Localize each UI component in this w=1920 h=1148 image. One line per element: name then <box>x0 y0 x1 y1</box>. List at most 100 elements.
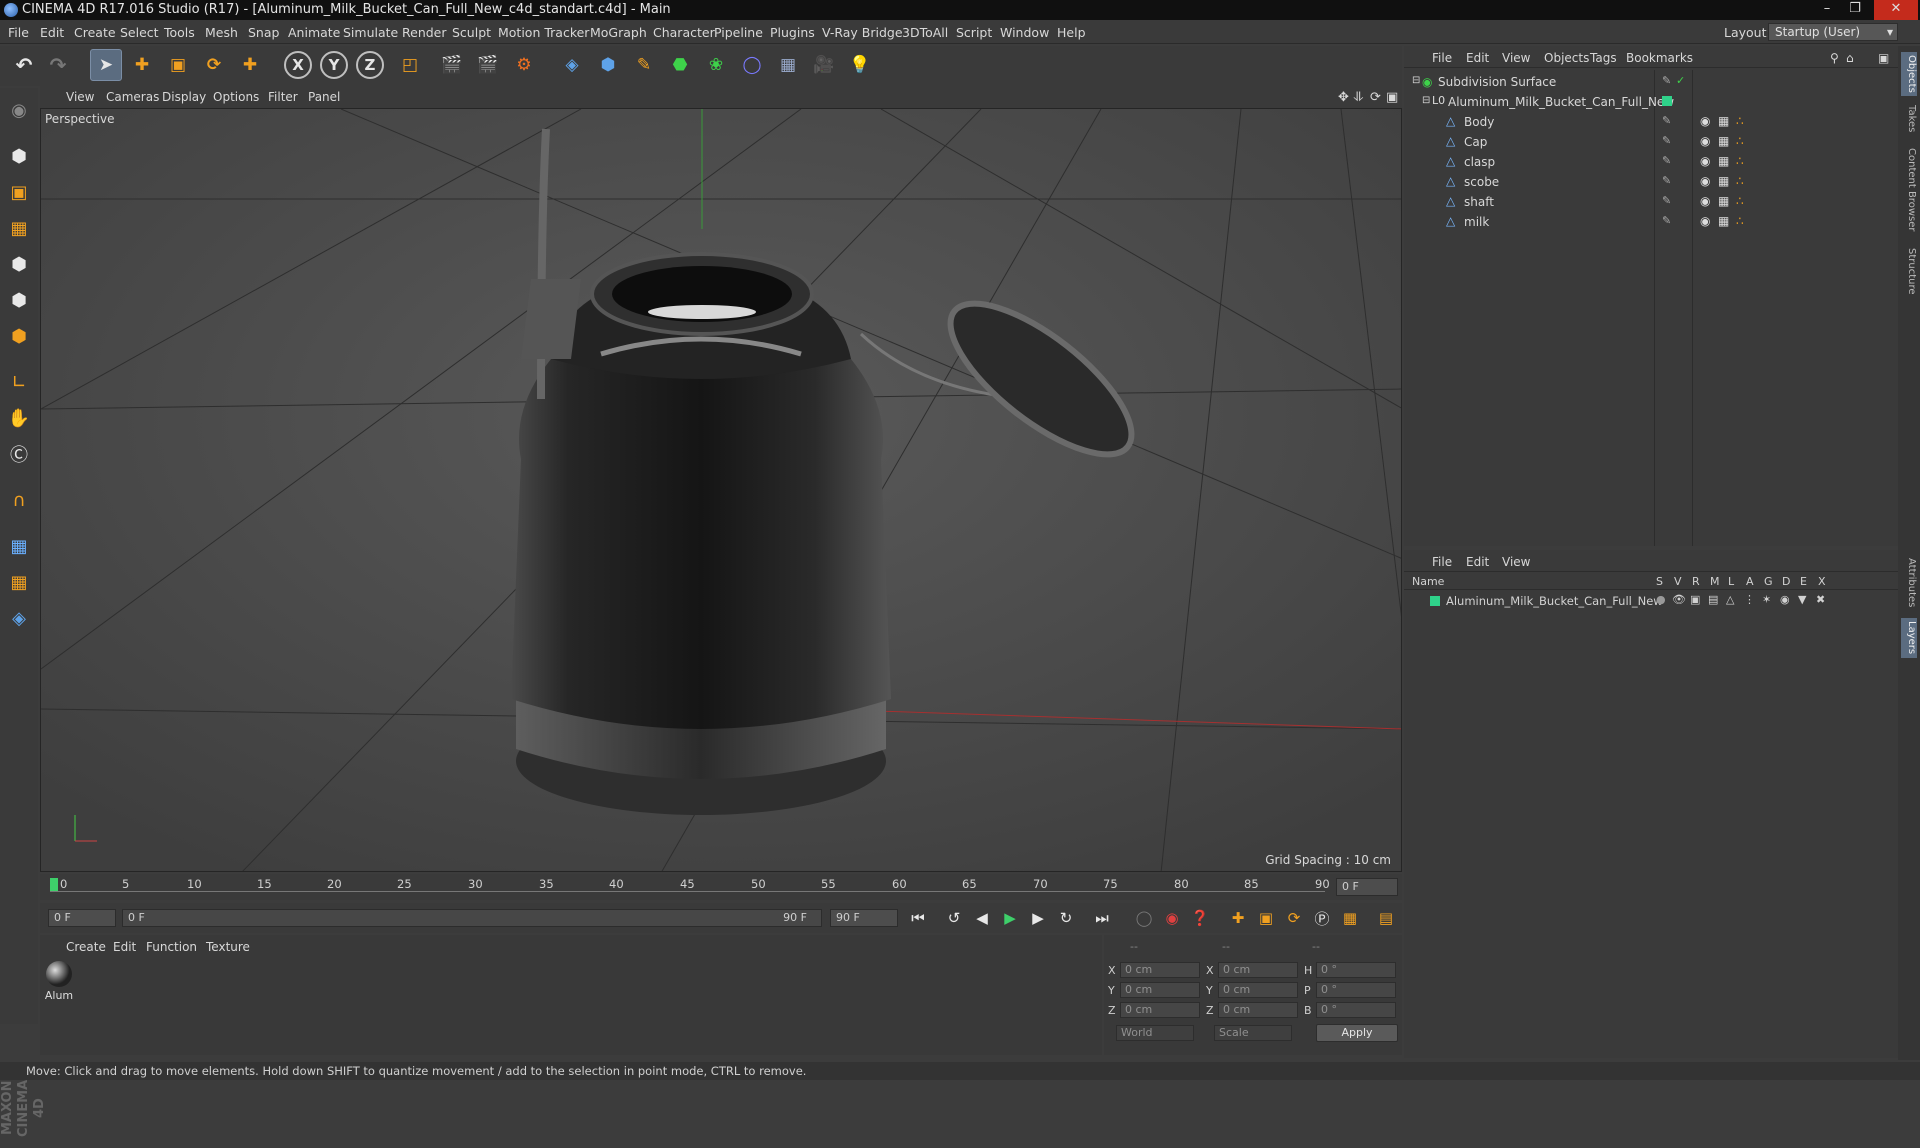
tab-content-browser[interactable]: Content Browser <box>1901 142 1917 238</box>
home-icon[interactable]: ⌂ <box>1846 51 1854 65</box>
visible-render-icon[interactable]: ▣ <box>1690 593 1700 606</box>
pen-spline-icon[interactable]: ✎ <box>628 49 660 81</box>
uvw-tag-icon[interactable]: ▦ <box>1718 134 1729 148</box>
viewport-maximize-icon[interactable]: ▣ <box>1386 90 1398 105</box>
layer-color-swatch[interactable] <box>1662 96 1672 106</box>
menu-simulate[interactable]: Simulate <box>343 25 398 40</box>
next-key-icon[interactable]: ↻ <box>1054 907 1078 929</box>
render-picture-viewer-icon[interactable]: 🎬 <box>472 49 504 81</box>
python-script-icon[interactable]: ◈ <box>3 602 35 634</box>
scale-mode-dropdown[interactable]: Scale <box>1214 1025 1292 1041</box>
object-menu-bookmarks[interactable]: Bookmarks <box>1626 51 1693 65</box>
material-swatch[interactable]: Alum <box>43 961 75 1009</box>
size-x-field[interactable]: 0 cm <box>1218 962 1298 978</box>
timeline-ruler[interactable]: 0 5 10 15 20 25 30 35 40 45 50 55 60 65 … <box>40 874 1402 900</box>
edit-tag-icon[interactable]: ✎ <box>1662 134 1671 147</box>
magnet-icon[interactable]: ∩ <box>3 484 35 516</box>
menu-window[interactable]: Window <box>1000 25 1049 40</box>
render-settings-icon[interactable]: ⚙ <box>508 49 540 81</box>
phong-tag-icon[interactable]: ∴ <box>1736 174 1744 188</box>
uvw-tag-icon[interactable]: ▦ <box>1718 214 1729 228</box>
uvw-tag-icon[interactable]: ▦ <box>1718 154 1729 168</box>
menu-tools[interactable]: Tools <box>164 25 195 40</box>
generators-icon[interactable]: ✶ <box>1762 593 1771 606</box>
workplane-mode-icon[interactable]: ▦ <box>3 212 35 244</box>
key-rotation-icon[interactable]: ⟳ <box>1282 907 1306 929</box>
menu-3dtoall[interactable]: 3DToAll <box>902 25 948 40</box>
edit-tag-icon[interactable]: ✎ <box>1662 214 1671 227</box>
timeline-window-icon[interactable]: ▤ <box>1374 907 1398 929</box>
subdivision-surface-icon[interactable]: ⬣ <box>664 49 696 81</box>
phong-tag-icon[interactable]: ∴ <box>1736 114 1744 128</box>
layer-menu-view[interactable]: View <box>1502 555 1530 569</box>
viewport-menu-view[interactable]: View <box>66 90 94 104</box>
layer-row[interactable]: Aluminum_Milk_Bucket_Can_Full_New ● 👁 ▣ … <box>1404 592 1898 610</box>
edit-tag-icon[interactable]: ✎ <box>1662 194 1671 207</box>
size-y-field[interactable]: 0 cm <box>1218 982 1298 998</box>
new-panel-icon[interactable]: ▣ <box>1878 51 1889 65</box>
rot-b-field[interactable]: 0 ° <box>1316 1002 1396 1018</box>
redo-icon[interactable]: ↷ <box>42 49 74 81</box>
size-z-field[interactable]: 0 cm <box>1218 1002 1298 1018</box>
layer-menu-edit[interactable]: Edit <box>1466 555 1489 569</box>
phong-tag-icon[interactable]: ∴ <box>1736 194 1744 208</box>
menu-snap[interactable]: Snap <box>248 25 279 40</box>
tree-row-null[interactable]: ⊟ L0 Aluminum_Milk_Bucket_Can_Full_New <box>1408 92 1896 112</box>
record-keys-icon[interactable]: ◯ <box>1132 907 1156 929</box>
animation-icon[interactable]: ⋮ <box>1744 593 1755 606</box>
menu-script[interactable]: Script <box>956 25 992 40</box>
lock-icon[interactable]: △ <box>1726 593 1734 606</box>
deformer-icon[interactable]: ◯ <box>736 49 768 81</box>
object-menu-file[interactable]: File <box>1432 51 1452 65</box>
tree-row-subdivision[interactable]: ⊟ ◉ Subdivision Surface ✎ ✓ <box>1408 72 1896 92</box>
edges-mode-icon[interactable]: ⬢ <box>3 284 35 316</box>
key-parameter-icon[interactable]: Ⓟ <box>1310 907 1334 929</box>
layout-dropdown[interactable]: Startup (User) ▾ <box>1768 23 1898 41</box>
playhead-marker[interactable] <box>50 878 58 892</box>
menu-edit[interactable]: Edit <box>40 25 64 40</box>
viewport-rotate-icon[interactable]: ⟳ <box>1370 90 1381 105</box>
coordinate-system-icon[interactable]: ◰ <box>394 49 426 81</box>
rotate-tool-icon[interactable]: ⟳ <box>198 49 230 81</box>
cube-primitive-icon[interactable]: ⬢ <box>592 49 624 81</box>
viewport-menu-cameras[interactable]: Cameras <box>106 90 159 104</box>
planar-workplane-icon[interactable]: ▦ <box>3 566 35 598</box>
visible-editor-icon[interactable]: 👁 <box>1672 593 1686 606</box>
keyframe-selection-icon[interactable]: ❓ <box>1188 907 1212 929</box>
checkmark-icon[interactable]: ✓ <box>1676 74 1685 87</box>
tree-row-cap[interactable]: △ Cap ✎ ◉ ▦ ∴ <box>1408 132 1896 152</box>
tweak-mode-icon[interactable]: ✋ <box>3 402 35 434</box>
axis-mode-icon[interactable]: ∟ <box>3 366 35 398</box>
restore-icon[interactable]: ❐ <box>1840 0 1870 20</box>
menu-animate[interactable]: Animate <box>288 25 340 40</box>
object-menu-objects[interactable]: Objects <box>1544 51 1589 65</box>
camera-icon[interactable]: 🎥 <box>808 49 840 81</box>
menu-select[interactable]: Select <box>120 25 159 40</box>
key-scale-icon[interactable]: ▣ <box>1254 907 1278 929</box>
uvw-tag-icon[interactable]: ▦ <box>1718 174 1729 188</box>
viewport-menu-filter[interactable]: Filter <box>268 90 298 104</box>
move-tool-icon[interactable]: ✚ <box>126 49 158 81</box>
tree-row-milk[interactable]: △ milk ✎ ◉ ▦ ∴ <box>1408 212 1896 232</box>
xref-icon[interactable]: ✖ <box>1816 593 1825 606</box>
rot-h-field[interactable]: 0 ° <box>1316 962 1396 978</box>
previous-key-icon[interactable]: ↺ <box>942 907 966 929</box>
points-mode-icon[interactable]: ⬢ <box>3 248 35 280</box>
close-icon[interactable]: ✕ <box>1874 0 1918 20</box>
transform-tool-icon[interactable]: ✚ <box>234 49 266 81</box>
phong-tag-icon[interactable]: ∴ <box>1736 154 1744 168</box>
key-position-icon[interactable]: ✚ <box>1226 907 1250 929</box>
go-to-start-icon[interactable]: ⏮ <box>906 907 930 929</box>
cloner-icon[interactable]: ❀ <box>700 49 732 81</box>
uvw-tag-icon[interactable]: ▦ <box>1718 114 1729 128</box>
material-tag-icon[interactable]: ◉ <box>1700 154 1710 168</box>
edit-tag-icon[interactable]: ✎ <box>1662 174 1671 187</box>
x-axis-lock-button[interactable]: X <box>284 51 312 79</box>
phong-tag-icon[interactable]: ∴ <box>1736 134 1744 148</box>
viewport-move-icon[interactable]: ✥ <box>1338 90 1349 105</box>
tree-row-body[interactable]: △ Body ✎ ◉ ▦ ∴ <box>1408 112 1896 132</box>
floor-icon[interactable]: ▦ <box>772 49 804 81</box>
tab-takes[interactable]: Takes <box>1901 102 1917 136</box>
material-menu-texture[interactable]: Texture <box>206 940 250 954</box>
menu-motion-tracker[interactable]: Motion Tracker <box>498 25 589 40</box>
